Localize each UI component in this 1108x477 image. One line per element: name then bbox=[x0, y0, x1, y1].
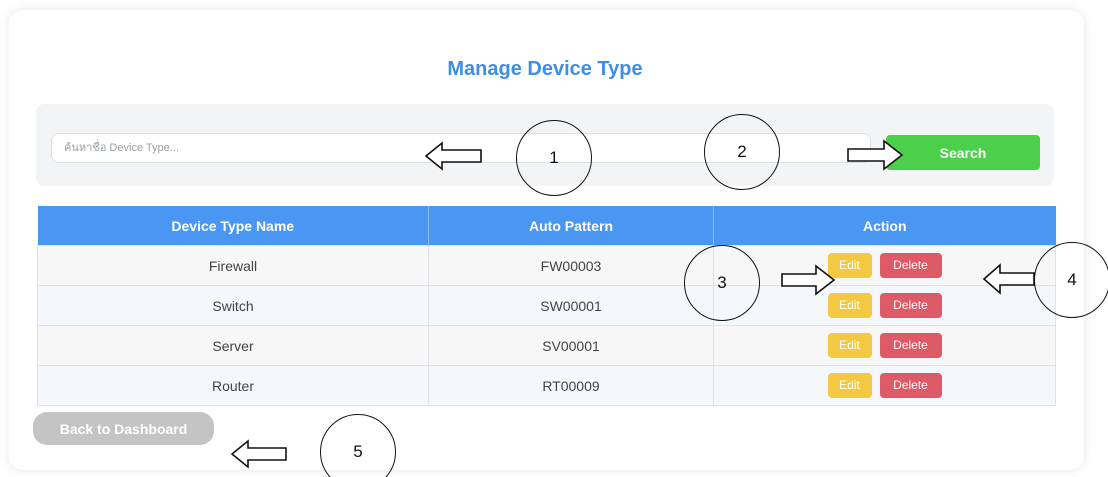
column-header-device-type-name: Device Type Name bbox=[37, 206, 429, 246]
callout-1: 1 bbox=[516, 120, 592, 196]
arrow-right-icon bbox=[781, 264, 836, 296]
edit-button[interactable]: Edit bbox=[827, 333, 872, 358]
auto-pattern-cell: SV00001 bbox=[428, 325, 714, 366]
table-row: Firewall FW00003 Edit Delete bbox=[37, 245, 1056, 286]
table-row: Server SV00001 Edit Delete bbox=[37, 325, 1056, 366]
arrow-left-icon bbox=[230, 439, 287, 469]
delete-button[interactable]: Delete bbox=[879, 293, 942, 318]
delete-button[interactable]: Delete bbox=[879, 373, 942, 398]
action-cell: Edit Delete bbox=[713, 325, 1056, 366]
delete-button[interactable]: Delete bbox=[879, 333, 942, 358]
auto-pattern-cell: FW00003 bbox=[428, 245, 714, 286]
edit-button[interactable]: Edit bbox=[827, 373, 872, 398]
back-to-dashboard-button[interactable]: Back to Dashboard bbox=[33, 412, 214, 445]
table-header-row: Device Type Name Auto Pattern Action bbox=[37, 206, 1056, 246]
auto-pattern-cell: RT00009 bbox=[428, 365, 714, 406]
arrow-left-icon bbox=[982, 263, 1035, 295]
device-type-name-cell: Server bbox=[37, 325, 429, 366]
page-title: Manage Device Type bbox=[447, 58, 643, 80]
column-header-auto-pattern: Auto Pattern bbox=[428, 206, 714, 246]
action-cell: Edit Delete bbox=[713, 365, 1056, 406]
device-type-table: Device Type Name Auto Pattern Action Fir… bbox=[37, 206, 1056, 406]
column-header-action: Action bbox=[713, 206, 1056, 246]
table-row: Router RT00009 Edit Delete bbox=[37, 365, 1056, 406]
device-type-name-cell: Firewall bbox=[37, 245, 429, 286]
edit-button[interactable]: Edit bbox=[827, 293, 872, 318]
page-stage: Manage Device Type Search Device Type Na… bbox=[0, 0, 1108, 477]
arrow-left-icon bbox=[424, 141, 482, 171]
table-row: Switch SW00001 Edit Delete bbox=[37, 285, 1056, 326]
device-type-name-cell: Router bbox=[37, 365, 429, 406]
callout-3: 3 bbox=[684, 245, 760, 321]
callout-4: 4 bbox=[1034, 242, 1108, 318]
auto-pattern-cell: SW00001 bbox=[428, 285, 714, 326]
callout-2: 2 bbox=[704, 114, 780, 190]
delete-button[interactable]: Delete bbox=[879, 253, 942, 278]
search-button[interactable]: Search bbox=[886, 135, 1040, 170]
arrow-right-icon bbox=[847, 139, 904, 171]
device-type-name-cell: Switch bbox=[37, 285, 429, 326]
